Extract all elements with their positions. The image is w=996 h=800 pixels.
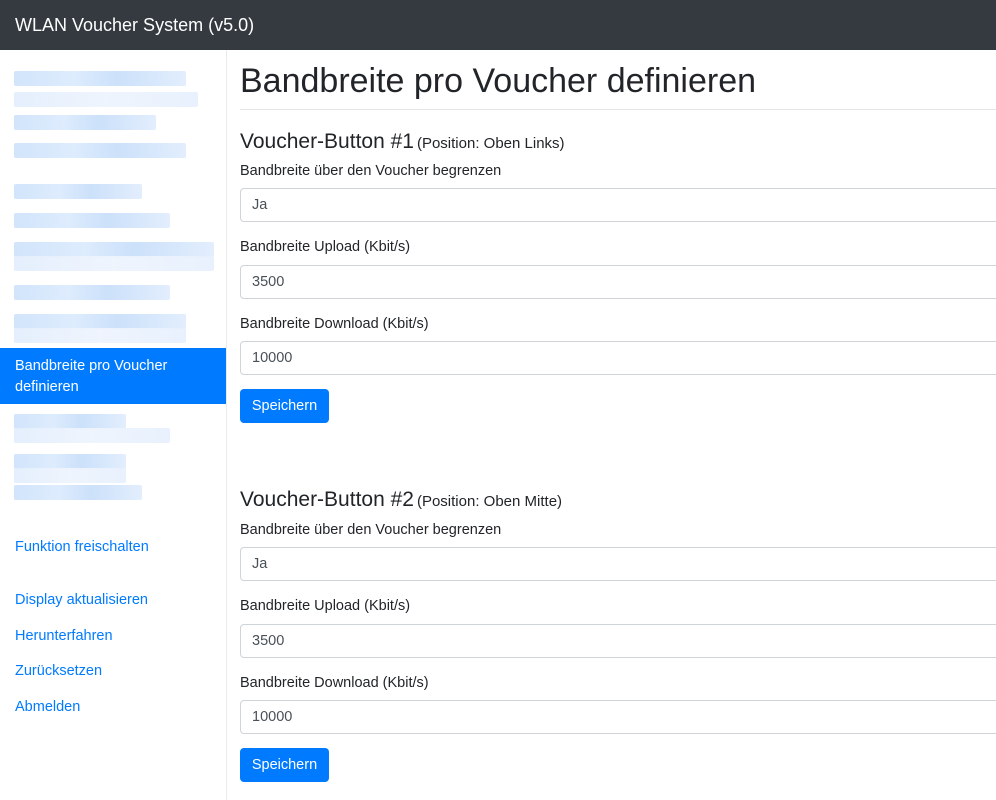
app-title[interactable]: WLAN Voucher System (v5.0) <box>15 14 254 36</box>
section-position: (Position: Oben Mitte) <box>416 493 563 510</box>
upload-input[interactable]: 3500 <box>240 265 996 299</box>
save-button-voucher-2[interactable]: Speichern <box>240 748 329 782</box>
redacted-menu-item[interactable] <box>14 454 126 469</box>
page-title: Bandbreite pro Voucher definieren <box>240 62 757 100</box>
sidebar-link-abmelden[interactable]: Abmelden <box>15 697 80 717</box>
upload-input[interactable]: 3500 <box>240 624 996 658</box>
redacted-menu-item[interactable] <box>14 242 214 257</box>
sidebar-link-herunterfahren[interactable]: Herunterfahren <box>15 626 113 646</box>
main-content: Bandbreite pro Voucher definieren Vouche… <box>226 50 996 800</box>
sidebar-item-label: Bandbreite pro Voucher definieren <box>15 358 168 395</box>
sidebar-link-funktion-freischalten[interactable]: Funktion freischalten <box>15 537 149 557</box>
sidebar-link-display-aktualisieren[interactable]: Display aktualisieren <box>15 590 148 610</box>
redacted-menu-item[interactable] <box>14 143 186 158</box>
save-button-voucher-1[interactable]: Speichern <box>240 389 329 423</box>
redacted-menu-item[interactable] <box>14 115 156 130</box>
limit-select[interactable]: Ja <box>240 547 996 581</box>
redacted-menu-item[interactable] <box>14 485 142 500</box>
redacted-menu-item-continuation <box>14 468 126 483</box>
field-label-download: Bandbreite Download (Kbit/s) <box>240 316 429 332</box>
section-title-voucher-1: Voucher-Button #1 (Position: Oben Links) <box>240 129 565 157</box>
redacted-menu-item[interactable] <box>14 71 186 86</box>
sidebar-link-zuruecksetzen[interactable]: Zurücksetzen <box>15 661 102 681</box>
redacted-menu-item-continuation <box>14 428 170 443</box>
limit-select[interactable]: Ja <box>240 188 996 222</box>
field-label-limit: Bandbreite über den Voucher begrenzen <box>240 522 502 538</box>
redacted-menu-item-continuation <box>14 256 214 271</box>
download-input[interactable]: 10000 <box>240 341 996 375</box>
title-divider <box>240 109 996 110</box>
redacted-menu-item-continuation <box>14 92 198 107</box>
field-label-download: Bandbreite Download (Kbit/s) <box>240 675 429 691</box>
sidebar-item-bandbreite-active[interactable]: Bandbreite pro Voucher definieren <box>0 348 226 404</box>
redacted-menu-item[interactable] <box>14 184 142 199</box>
redacted-menu-item[interactable] <box>14 285 170 300</box>
top-navbar: WLAN Voucher System (v5.0) <box>0 0 996 50</box>
redacted-menu-item[interactable] <box>14 414 126 429</box>
field-label-limit: Bandbreite über den Voucher begrenzen <box>240 163 502 179</box>
download-input[interactable]: 10000 <box>240 700 996 734</box>
redacted-menu-item[interactable] <box>14 213 170 228</box>
sidebar: Bandbreite pro Voucher definieren Funkti… <box>0 50 227 800</box>
section-heading: Voucher-Button #2 <box>240 488 414 511</box>
section-heading: Voucher-Button #1 <box>240 130 414 153</box>
redacted-menu-item[interactable] <box>14 314 186 329</box>
field-label-upload: Bandbreite Upload (Kbit/s) <box>240 598 411 614</box>
section-position: (Position: Oben Links) <box>416 135 565 152</box>
section-title-voucher-2: Voucher-Button #2 (Position: Oben Mitte) <box>240 487 562 515</box>
field-label-upload: Bandbreite Upload (Kbit/s) <box>240 239 411 255</box>
redacted-menu-item-continuation <box>14 328 186 343</box>
